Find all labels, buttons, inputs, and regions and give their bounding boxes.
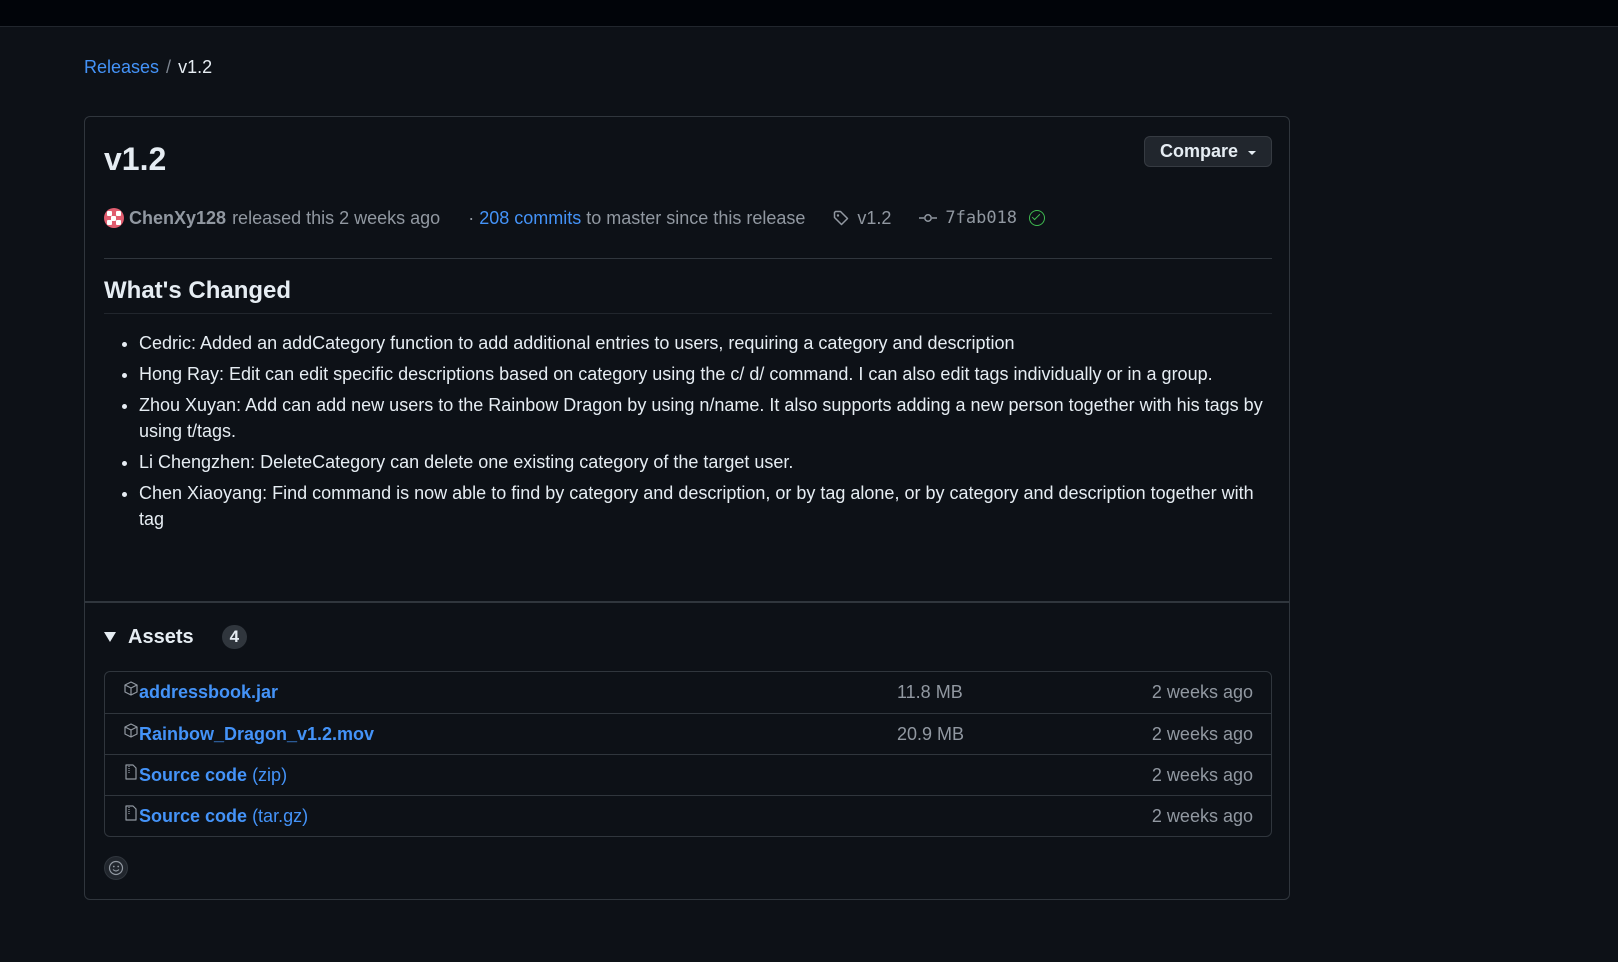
check-circle-icon[interactable] [1029, 210, 1046, 226]
file-zip-icon [125, 805, 137, 821]
top-bar [0, 0, 1618, 27]
tag-link[interactable]: v1.2 [833, 208, 891, 229]
breadcrumb-current: v1.2 [178, 57, 213, 77]
git-commit-icon [919, 214, 938, 222]
breadcrumb-separator: / [166, 57, 172, 77]
smiley-icon [108, 860, 124, 876]
asset-name: Source code [139, 806, 248, 826]
asset-name: Source code [139, 765, 248, 785]
asset-link[interactable]: Rainbow_Dragon_v1.2.mov [139, 724, 374, 745]
list-item: Hong Ray: Edit can edit specific descrip… [139, 361, 1264, 387]
table-row: Source code (zip) 2 weeks ago [105, 754, 1271, 795]
breadcrumb-releases-link[interactable]: Releases [84, 57, 159, 77]
asset-size: 20.9 MB [897, 724, 965, 744]
asset-date: 2 weeks ago [1151, 765, 1253, 785]
list-item: Zhou Xuyan: Add can add new users to the… [139, 392, 1264, 444]
table-row: addressbook.jar 11.8 MB 2 weeks ago [105, 672, 1271, 713]
release-meta: ChenXy128 released this 2 weeks ago · 20… [104, 206, 1046, 230]
divider [104, 258, 1272, 259]
compare-button[interactable]: Compare [1144, 136, 1272, 167]
table-row: Source code (tar.gz) 2 weeks ago [105, 795, 1271, 836]
released-text: released this 2 weeks ago [232, 207, 441, 228]
commits-suffix: to master since this release [586, 207, 806, 228]
changes-list: Cedric: Added an addCategory function to… [104, 330, 1264, 537]
avatar[interactable] [104, 208, 124, 228]
list-item: Cedric: Added an addCategory function to… [139, 330, 1264, 356]
asset-date: 2 weeks ago [1151, 724, 1253, 744]
tag-label: v1.2 [857, 207, 892, 228]
commits-prefix: · [468, 207, 475, 228]
heading-underline [104, 313, 1272, 314]
tag-icon [834, 210, 849, 226]
compare-button-label: Compare [1159, 141, 1239, 161]
assets-label: Assets [128, 625, 194, 648]
package-icon [124, 723, 138, 738]
assets-list: addressbook.jar 11.8 MB 2 weeks ago Rain… [104, 671, 1272, 837]
breadcrumb: Releases / v1.2 [84, 57, 212, 78]
list-item: Chen Xiaoyang: Find command is now able … [139, 480, 1264, 532]
whats-changed-heading: What's Changed [104, 277, 292, 304]
package-icon [124, 681, 138, 696]
commit-sha: 7fab018 [945, 208, 1018, 228]
commits-info: · 208 commits to master since this relea… [468, 208, 805, 229]
commits-link[interactable]: 208 commits [479, 208, 581, 228]
author-link[interactable]: ChenXy128 [129, 208, 226, 229]
asset-name: Rainbow_Dragon_v1.2.mov [139, 724, 375, 744]
assets-count-badge: 4 [221, 625, 248, 649]
asset-suffix: (zip) [252, 765, 288, 785]
asset-link[interactable]: Source code (tar.gz) [139, 806, 308, 827]
release-title: v1.2 [104, 141, 167, 177]
triangle-down-icon [104, 632, 116, 642]
table-row: Rainbow_Dragon_v1.2.mov 20.9 MB 2 weeks … [105, 713, 1271, 754]
asset-size: 11.8 MB [897, 682, 963, 702]
asset-link[interactable]: Source code (zip) [139, 765, 287, 786]
asset-date: 2 weeks ago [1151, 682, 1253, 702]
asset-name: addressbook.jar [139, 682, 279, 702]
section-divider [85, 601, 1289, 603]
asset-suffix: (tar.gz) [252, 806, 309, 826]
release-card: v1.2 Compare ChenXy128 released this 2 w… [84, 116, 1290, 900]
commit-link[interactable]: 7fab018 [919, 208, 1046, 228]
caret-down-icon [1248, 150, 1257, 155]
asset-link[interactable]: addressbook.jar [139, 682, 278, 703]
assets-toggle[interactable]: Assets 4 [104, 625, 248, 649]
asset-date: 2 weeks ago [1151, 806, 1253, 826]
list-item: Li Chengzhen: DeleteCategory can delete … [139, 449, 1264, 475]
add-reaction-button[interactable] [104, 856, 128, 880]
file-zip-icon [125, 764, 137, 780]
